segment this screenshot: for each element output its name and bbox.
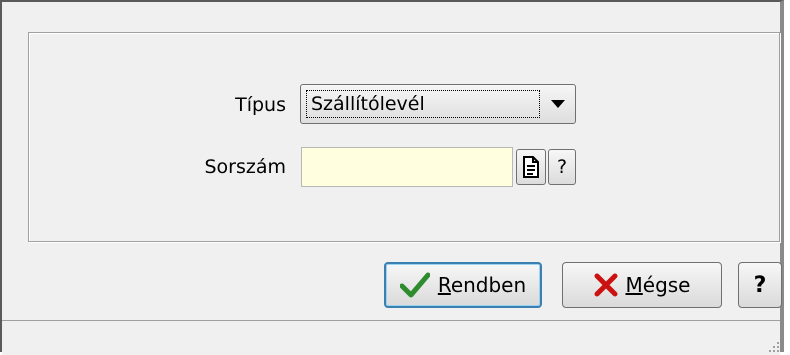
help-button[interactable]: ? [738,262,782,308]
ok-button[interactable]: Rendben [384,262,542,308]
serial-help-button[interactable]: ? [548,149,576,185]
cross-icon [594,273,617,297]
serial-help-label: ? [556,156,568,178]
cancel-button[interactable]: Mégse [562,262,722,308]
type-select-value: Szállítólevél [306,90,540,118]
ok-button-label: Rendben [438,273,526,297]
serial-lookup-button[interactable] [516,149,546,185]
cancel-button-label: Mégse [626,273,691,297]
cancel-mnemonic: M [625,273,643,297]
serial-number-input[interactable] [301,147,513,187]
chevron-down-icon [551,100,565,108]
serial-label: Sorszám [204,156,286,178]
type-label: Típus [235,94,286,116]
dialog-window: Típus Szállítólevél Sorszám ? Rendben Mé… [0,0,784,355]
check-icon [399,272,430,298]
cancel-label-rest: égse [642,273,691,297]
status-bar [2,320,780,355]
document-icon [523,156,539,178]
help-button-label: ? [753,272,767,298]
form-group-box [28,32,780,242]
resize-grip-icon[interactable] [768,341,780,353]
type-select[interactable]: Szállítólevél [300,84,576,124]
ok-mnemonic: R [437,273,451,297]
ok-label-rest: endben [450,273,527,297]
